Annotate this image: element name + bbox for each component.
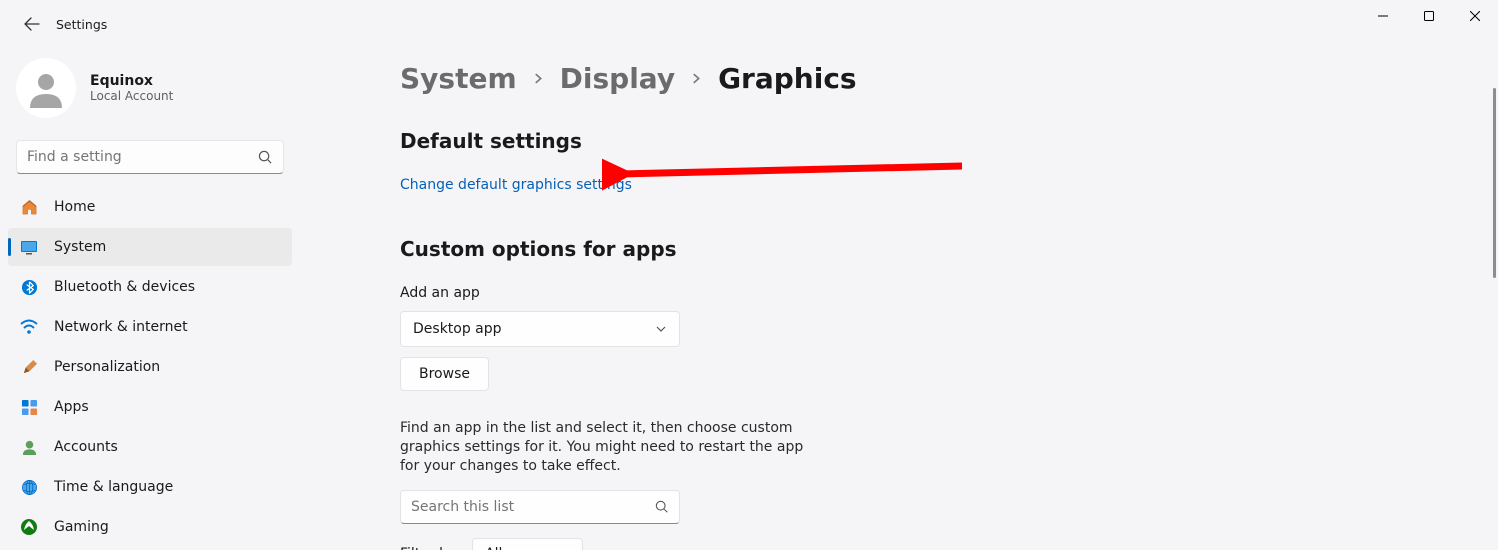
sidebar-item-gaming[interactable]: Gaming [8,508,292,546]
user-card[interactable]: Equinox Local Account [8,54,292,134]
app-title: Settings [56,17,107,32]
sidebar-item-label: Accounts [54,439,118,455]
section-title-custom: Custom options for apps [400,237,1458,261]
browse-button[interactable]: Browse [400,357,489,391]
apps-icon [20,398,38,416]
sidebar-item-apps[interactable]: Apps [8,388,292,426]
user-subtitle: Local Account [90,89,173,103]
scrollbar [1493,48,1496,550]
sidebar-item-bluetooth[interactable]: Bluetooth & devices [8,268,292,306]
breadcrumb: System Display Graphics [400,62,1458,95]
search-icon [258,150,273,165]
sidebar-item-label: Home [54,199,95,215]
sidebar-item-accounts[interactable]: Accounts [8,428,292,466]
app-type-select[interactable]: Desktop app [400,311,680,347]
breadcrumb-graphics: Graphics [718,62,857,95]
search-input[interactable] [27,149,258,165]
user-name: Equinox [90,73,173,89]
chevron-right-icon [691,73,702,84]
change-default-graphics-link[interactable]: Change default graphics settings [400,177,632,193]
sidebar-item-label: System [54,239,106,255]
system-icon [20,238,38,256]
app-list-search[interactable] [400,490,680,524]
maximize-icon [1424,11,1434,21]
back-arrow-icon [24,16,40,32]
gaming-icon [20,518,38,536]
breadcrumb-display[interactable]: Display [560,62,675,95]
search-icon [655,500,669,514]
chevron-down-icon [655,323,667,335]
sidebar-item-label: Gaming [54,519,109,535]
time-icon [20,478,38,496]
titlebar: Settings [0,0,1498,48]
close-button[interactable] [1452,0,1498,32]
filter-row: Filter by: All apps [400,538,1458,550]
add-app-label: Add an app [400,285,1458,301]
minimize-icon [1378,11,1388,21]
close-icon [1470,11,1480,21]
sidebar-item-time[interactable]: Time & language [8,468,292,506]
avatar [16,58,76,118]
scrollbar-thumb[interactable] [1493,88,1496,278]
bluetooth-icon [20,278,38,296]
accounts-icon [20,438,38,456]
sidebar-item-system[interactable]: System [8,228,292,266]
home-icon [20,198,38,216]
avatar-icon [26,68,66,108]
select-value: Desktop app [413,321,502,337]
chevron-right-icon [533,73,544,84]
sidebar-item-label: Personalization [54,359,160,375]
sidebar-item-label: Network & internet [54,319,188,335]
section-title-default: Default settings [400,129,1458,153]
filter-value: All apps [485,546,540,550]
filter-label: Filter by: [400,546,460,550]
personalization-icon [20,358,38,376]
filter-select[interactable]: All apps [472,538,583,550]
sidebar-item-personalization[interactable]: Personalization [8,348,292,386]
sidebar-item-label: Bluetooth & devices [54,279,195,295]
app-list-search-input[interactable] [411,499,655,515]
sidebar-search[interactable] [16,140,284,174]
sidebar: Equinox Local Account Home System Blueto… [0,48,300,550]
sidebar-item-home[interactable]: Home [8,188,292,226]
minimize-button[interactable] [1360,0,1406,32]
content-area: System Display Graphics Default settings… [300,48,1498,550]
maximize-button[interactable] [1406,0,1452,32]
back-button[interactable] [12,4,52,44]
sidebar-item-label: Apps [54,399,89,415]
breadcrumb-system[interactable]: System [400,62,517,95]
helper-text: Find an app in the list and select it, t… [400,419,820,476]
sidebar-item-label: Time & language [54,479,173,495]
sidebar-item-network[interactable]: Network & internet [8,308,292,346]
window-controls [1360,0,1498,32]
network-icon [20,318,38,336]
